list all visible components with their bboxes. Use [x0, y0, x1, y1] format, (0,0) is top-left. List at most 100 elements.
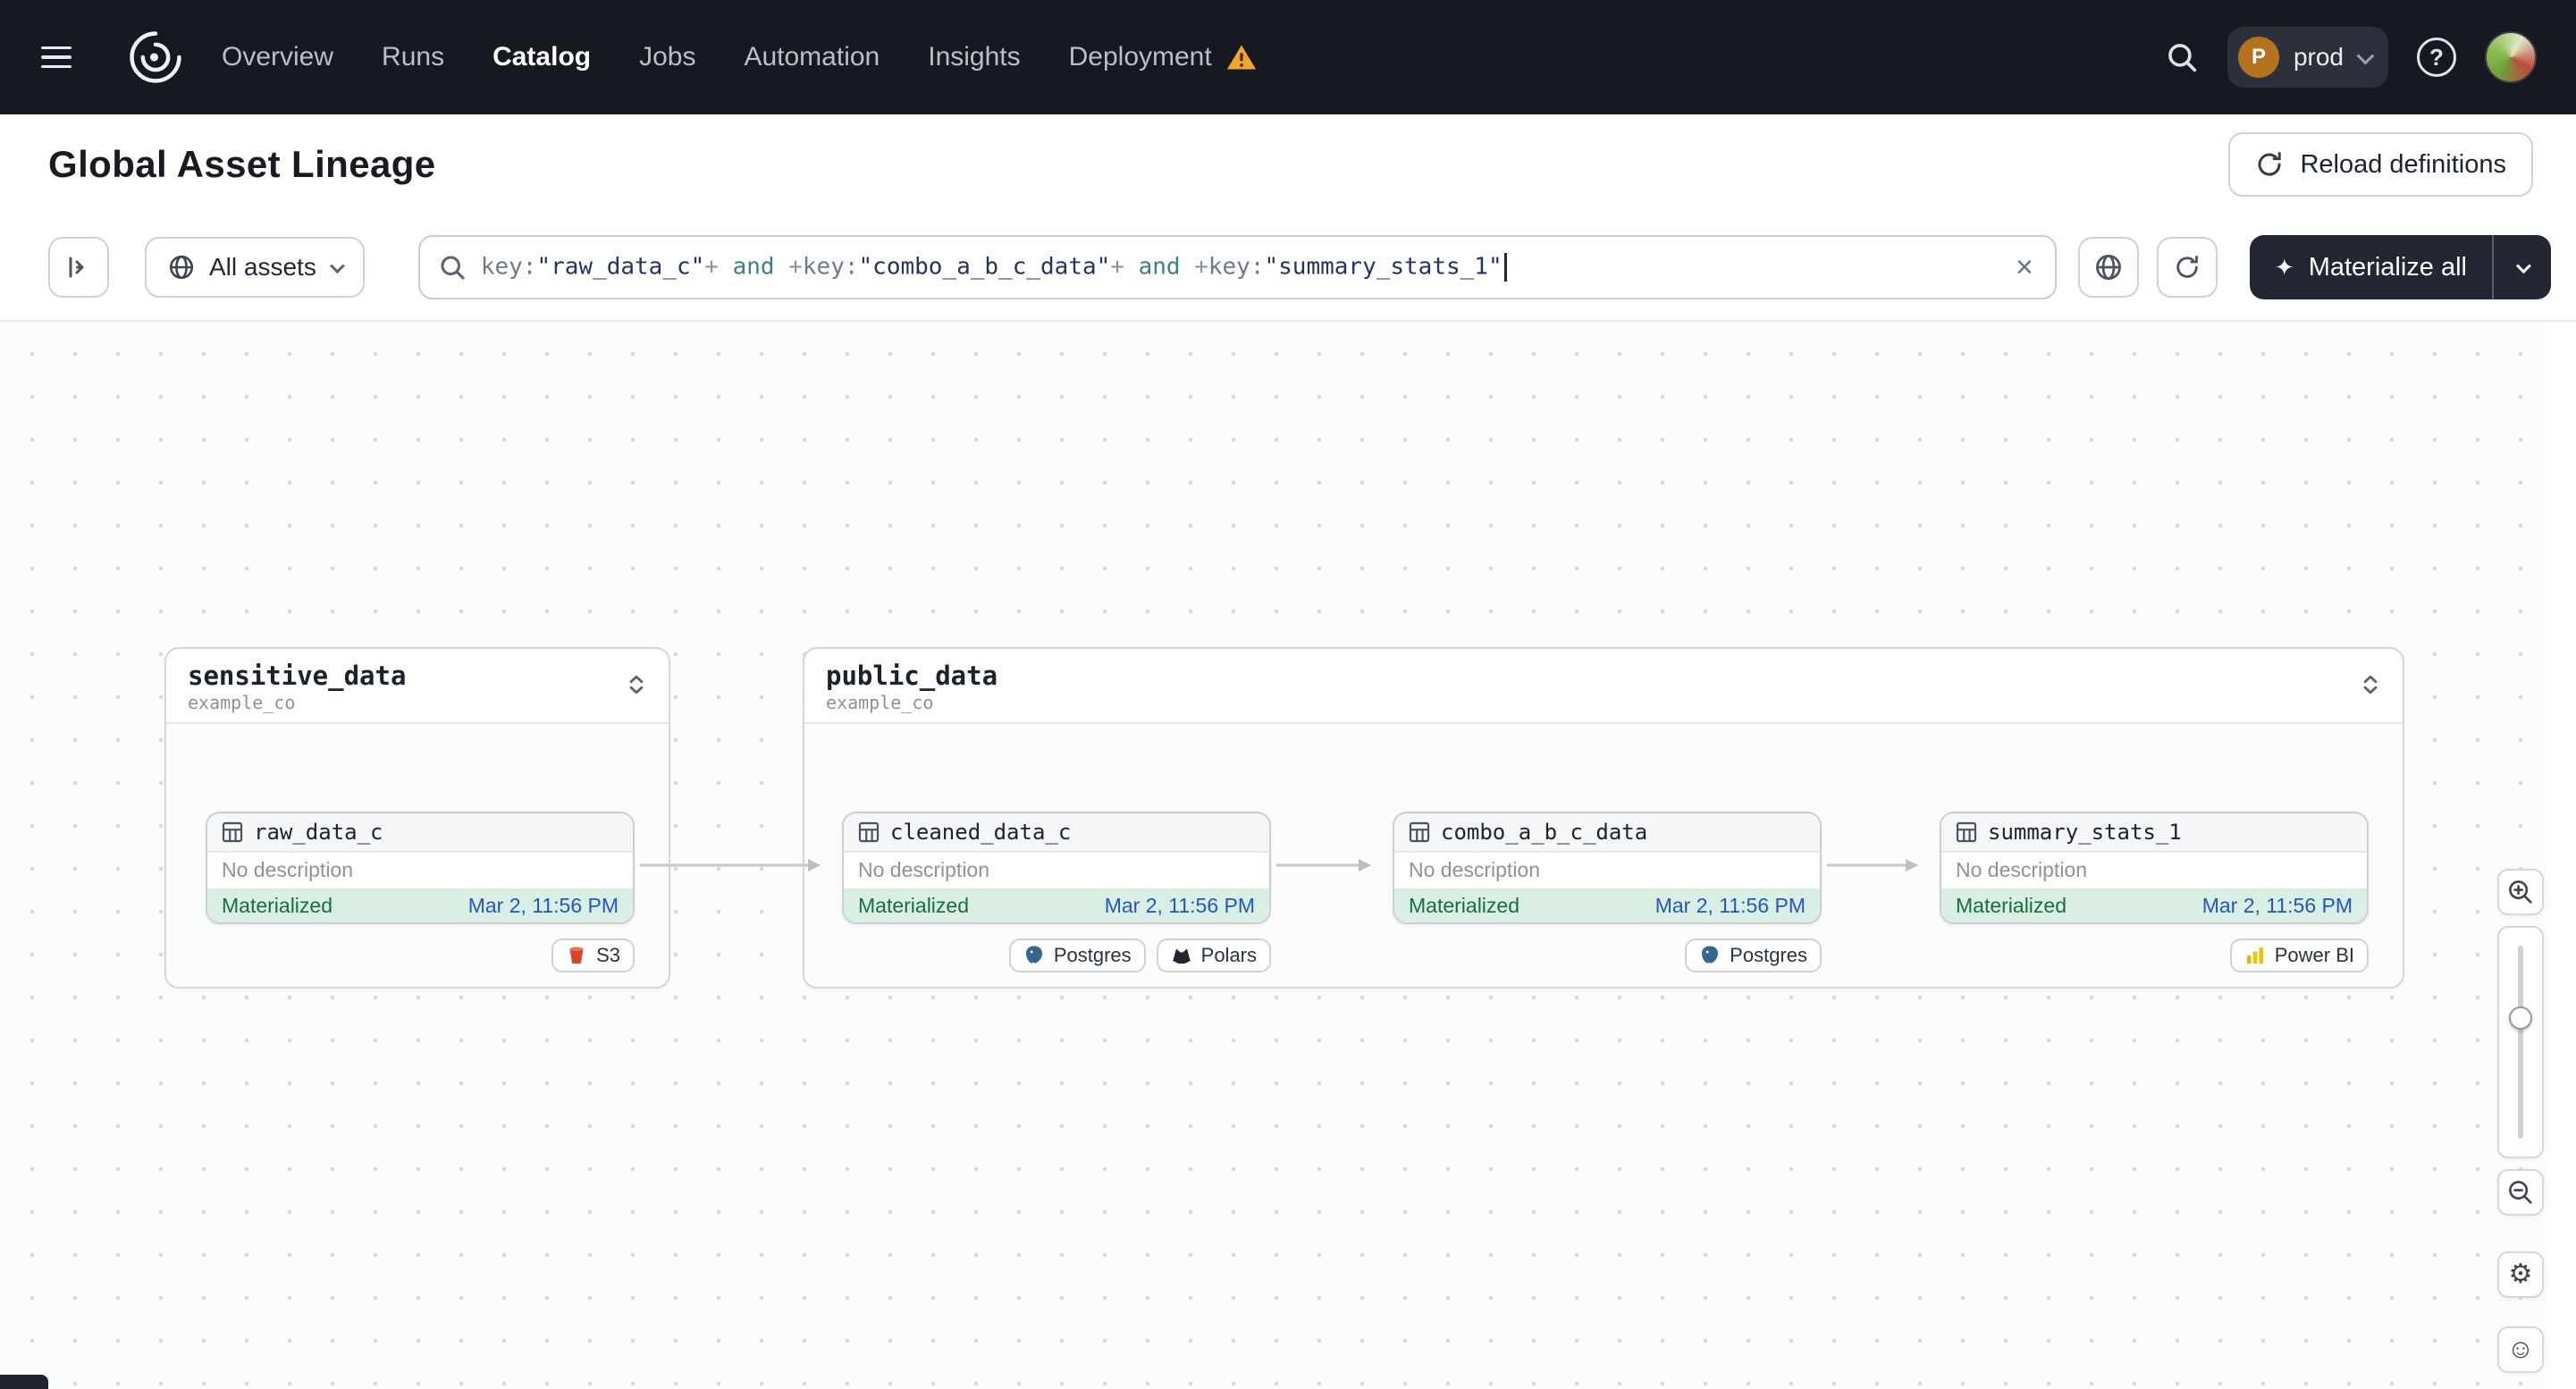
tag-polars[interactable]: Polars — [1156, 939, 1271, 972]
globe-icon — [169, 255, 194, 280]
asset-scope-dropdown[interactable]: All assets — [145, 237, 365, 298]
feedback-button[interactable]: ☺ — [2497, 1326, 2544, 1373]
collapse-icon — [629, 675, 644, 694]
materialize-all-button[interactable]: ✦ Materialize all — [2250, 235, 2492, 299]
canvas-right-gutter — [2551, 322, 2576, 1389]
asset-group-public-data[interactable]: public_data example_co cleaned_data_c No… — [803, 647, 2404, 989]
postgres-icon — [1025, 946, 1042, 964]
page-header: Global Asset Lineage Reload definitions — [0, 114, 2576, 215]
help-icon: ? — [2429, 43, 2444, 71]
materialize-options-button[interactable] — [2492, 235, 2551, 299]
graph-view-options-button[interactable] — [2077, 237, 2139, 298]
nav-item-insights[interactable]: Insights — [928, 42, 1020, 72]
deployment-badge: P — [2237, 37, 2279, 78]
postgres-icon — [1702, 946, 1719, 964]
zoom-out-icon — [2509, 1181, 2532, 1204]
nav-item-catalog[interactable]: Catalog — [492, 42, 591, 72]
asset-node-combo-a-b-c-data[interactable]: combo_a_b_c_data No description Material… — [1393, 812, 1822, 924]
status-label: Materialized — [1956, 893, 2067, 917]
search-icon — [441, 256, 465, 280]
lineage-canvas[interactable]: sensitive_data example_co raw_data_c No … — [0, 322, 2576, 1389]
group-header: sensitive_data example_co — [166, 649, 669, 724]
refresh-button[interactable] — [2156, 237, 2218, 298]
search-button[interactable] — [2165, 40, 2199, 74]
nav-item-jobs[interactable]: Jobs — [639, 42, 695, 72]
status-label: Materialized — [222, 893, 333, 917]
asset-status-row: Materialized Mar 2, 11:56 PM — [844, 888, 1269, 922]
asset-name: raw_data_c — [254, 820, 383, 845]
asset-tags: S3 — [206, 939, 635, 972]
nav-item-automation[interactable]: Automation — [744, 42, 880, 72]
tag-postgres[interactable]: Postgres — [1008, 939, 1146, 972]
asset-group-sensitive-data[interactable]: sensitive_data example_co raw_data_c No … — [164, 647, 670, 989]
text-cursor — [1503, 253, 1507, 282]
asset-name: summary_stats_1 — [1988, 820, 2182, 845]
open-panel-button[interactable] — [48, 237, 109, 298]
s3-icon — [569, 947, 584, 964]
asset-selection-query[interactable]: key:"raw_data_c"+ and +key:"combo_a_b_c_… — [481, 253, 1998, 282]
asset-tags: Power BI — [1940, 939, 2369, 972]
materialize-all-split-button: ✦ Materialize all — [2249, 235, 2551, 299]
globe-icon — [2095, 255, 2121, 280]
graph-settings-button[interactable]: ⚙ — [2497, 1251, 2544, 1298]
materialization-timestamp[interactable]: Mar 2, 11:56 PM — [468, 894, 619, 918]
zoom-in-button[interactable] — [2497, 869, 2544, 915]
chevron-down-icon — [2356, 46, 2375, 65]
collapse-group-button[interactable] — [2353, 667, 2388, 703]
materialization-timestamp[interactable]: Mar 2, 11:56 PM — [1105, 894, 1255, 918]
power-bi-icon — [2246, 947, 2263, 964]
asset-description: No description — [858, 858, 990, 881]
nav-item-runs[interactable]: Runs — [382, 42, 444, 72]
materialization-timestamp[interactable]: Mar 2, 11:56 PM — [2202, 894, 2353, 918]
page-title: Global Asset Lineage — [48, 143, 436, 185]
zoom-slider-track — [2518, 946, 2523, 1139]
table-icon — [222, 821, 243, 843]
smiley-icon: ☺ — [2506, 1334, 2535, 1364]
table-icon — [858, 821, 880, 843]
sparkle-icon: ✦ — [2274, 253, 2294, 281]
asset-node-cleaned-data-c[interactable]: cleaned_data_c No description Materializ… — [842, 812, 1271, 924]
bottom-left-partial-panel — [0, 1375, 48, 1389]
status-label: Materialized — [858, 893, 969, 917]
nav-right-cluster: P prod ? — [2165, 27, 2537, 88]
lineage-toolbar: All assets key:"raw_data_c"+ and +key:"c… — [0, 215, 2576, 322]
help-button[interactable]: ? — [2417, 38, 2456, 77]
deployment-name: prod — [2293, 43, 2344, 71]
polars-icon — [1172, 948, 1191, 964]
chevron-down-icon — [329, 258, 345, 274]
app-root: Overview Runs Catalog Jobs Automation In… — [0, 0, 2576, 1389]
user-avatar[interactable] — [2485, 31, 2537, 83]
nav-item-deployment[interactable]: Deployment — [1069, 42, 1257, 72]
nav-item-overview[interactable]: Overview — [222, 42, 333, 72]
asset-status-row: Materialized Mar 2, 11:56 PM — [1394, 888, 1820, 922]
tag-power-bi[interactable]: Power BI — [2229, 939, 2369, 972]
canvas-controls: ⚙ ☺ — [2497, 869, 2544, 1373]
zoom-out-button[interactable] — [2497, 1169, 2544, 1216]
deployment-switcher[interactable]: P prod — [2227, 27, 2388, 88]
top-nav: Overview Runs Catalog Jobs Automation In… — [0, 0, 2576, 114]
hamburger-menu-button[interactable] — [36, 27, 97, 88]
clear-query-button[interactable]: × — [2012, 252, 2037, 282]
collapse-group-button[interactable] — [619, 667, 654, 703]
asset-name: cleaned_data_c — [890, 820, 1072, 845]
table-icon — [1956, 821, 1977, 843]
primary-nav: Overview Runs Catalog Jobs Automation In… — [222, 42, 1257, 72]
group-repo: example_co — [826, 692, 934, 713]
reload-definitions-button[interactable]: Reload definitions — [2228, 132, 2533, 197]
asset-status-row: Materialized Mar 2, 11:56 PM — [207, 888, 633, 922]
zoom-slider[interactable] — [2497, 926, 2544, 1158]
asset-node-summary-stats-1[interactable]: summary_stats_1 No description Materiali… — [1940, 812, 2369, 924]
asset-selection-input[interactable]: key:"raw_data_c"+ and +key:"combo_a_b_c_… — [417, 235, 2057, 299]
asset-tags: Postgres — [1393, 939, 1822, 972]
asset-description: No description — [1409, 858, 1541, 881]
materialization-timestamp[interactable]: Mar 2, 11:56 PM — [1655, 894, 1806, 918]
zoom-slider-knob[interactable] — [2509, 1006, 2532, 1030]
tag-postgres[interactable]: Postgres — [1685, 939, 1822, 972]
collapse-icon — [2363, 675, 2378, 694]
tag-s3[interactable]: S3 — [551, 939, 635, 972]
chevron-down-icon — [2515, 258, 2531, 274]
warning-icon — [1226, 45, 1256, 70]
dagster-logo[interactable] — [122, 23, 189, 91]
asset-status-row: Materialized Mar 2, 11:56 PM — [1941, 888, 2367, 922]
asset-node-raw-data-c[interactable]: raw_data_c No description Materialized M… — [206, 812, 635, 924]
